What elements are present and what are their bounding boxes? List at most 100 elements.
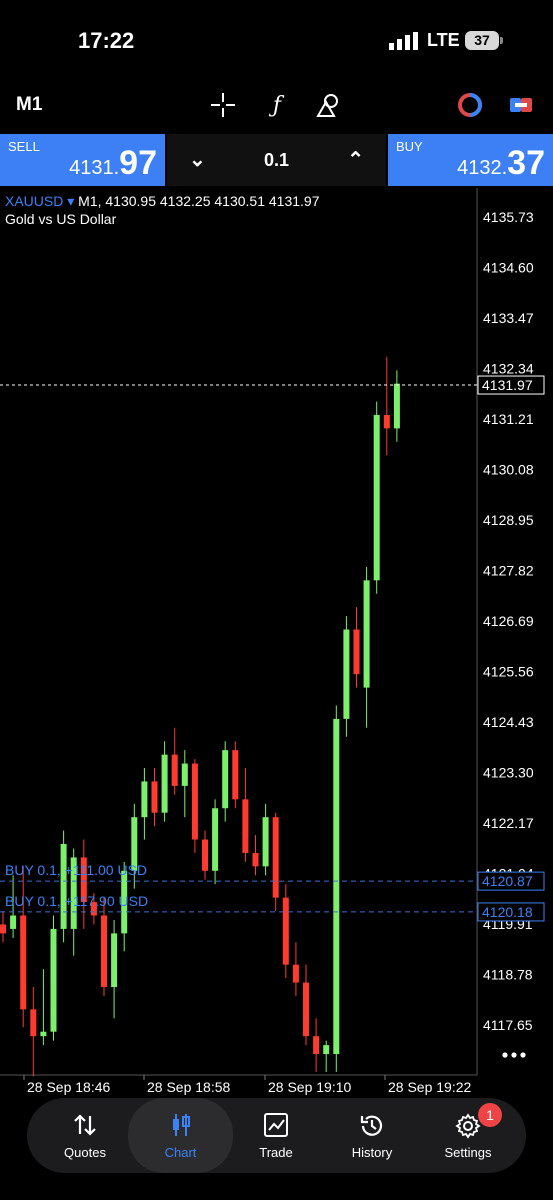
signal-icon: [389, 32, 418, 50]
symbol-description: Gold vs US Dollar: [5, 211, 117, 227]
candle-body: [333, 718, 340, 1055]
price-label: 4133.47: [483, 310, 534, 326]
position-label: BUY 0.1, +111.00 USD: [5, 862, 147, 878]
candle-body: [111, 933, 118, 988]
nav-quotes[interactable]: Quotes: [35, 1098, 135, 1173]
candle-body: [202, 839, 208, 871]
symbol-dropdown-icon[interactable]: ▾: [67, 193, 74, 209]
sell-label: SELL: [8, 139, 40, 154]
candle-body: [20, 915, 27, 1010]
trade-chart-icon: [226, 1112, 326, 1138]
current-price-label: 4131.97: [482, 377, 533, 393]
candle-body: [191, 763, 198, 840]
candle-body: [242, 799, 249, 853]
time-label: 28 Sep 18:46: [27, 1079, 111, 1095]
price-label: 4125.56: [483, 664, 534, 680]
candle-body: [272, 817, 279, 898]
time-label: 28 Sep 19:10: [268, 1079, 352, 1095]
buy-label: BUY: [396, 139, 423, 154]
gear-icon: [418, 1112, 518, 1139]
nav-trade-label: Trade: [259, 1145, 293, 1160]
price-label: 4131.21: [483, 411, 534, 427]
sell-price: 4131.97: [69, 144, 157, 182]
candle-body: [232, 750, 239, 800]
candle-body: [343, 629, 350, 719]
chevron-up-icon[interactable]: ⌃: [347, 147, 364, 172]
nav-settings-label: Settings: [444, 1145, 492, 1160]
candle-body: [30, 1009, 37, 1037]
battery-tip: [500, 37, 503, 44]
price-label: 4123.30: [483, 765, 534, 781]
price-label: 4127.82: [483, 563, 534, 579]
candle-body: [292, 964, 299, 983]
candle-body: [181, 763, 188, 786]
nav-history-label: History: [351, 1145, 393, 1160]
nav-quotes-label: Quotes: [64, 1145, 106, 1160]
position-price-label: 4120.18: [482, 904, 533, 920]
candle-body: [373, 414, 380, 581]
more-dots-icon: [520, 1052, 526, 1058]
bottom-nav: Quotes Chart Trade History Settings: [27, 1098, 526, 1173]
objects-icon[interactable]: [313, 90, 343, 120]
timeframe-button[interactable]: M1: [16, 94, 42, 116]
price-label: 4135.73: [483, 209, 534, 225]
price-label: 4130.08: [483, 462, 534, 478]
nav-settings[interactable]: Settings: [418, 1098, 518, 1173]
candle-body: [303, 982, 309, 1037]
position-price-label: 4120.87: [482, 873, 533, 889]
candle-body: [282, 897, 289, 965]
candle-body: [262, 817, 269, 867]
candle-body: [50, 928, 57, 1032]
trade-panel-icon[interactable]: [506, 90, 536, 120]
candle-body: [313, 1036, 320, 1055]
chart-toolbar: M1 ƒ: [0, 80, 553, 132]
candle-body: [252, 852, 259, 867]
ohlc-details: M1, 4130.95 4132.25 4130.51 4131.97: [78, 193, 320, 209]
battery-icon: 37: [465, 31, 499, 50]
clock: 17:22: [78, 28, 135, 53]
price-label: 4117.65: [483, 1017, 533, 1033]
price-chart[interactable]: 4135.73 4134.60 4133.47 4132.34 4131.21 4130.…: [0, 188, 553, 1100]
one-click-trading-icon[interactable]: [455, 90, 485, 120]
price-label: 4132.34: [483, 361, 534, 377]
candle-body: [10, 915, 17, 929]
candle-body: [353, 629, 360, 675]
symbol-name[interactable]: XAUUSD: [5, 193, 63, 209]
time-label: 28 Sep 18:58: [147, 1079, 231, 1095]
nav-chart-label: Chart: [164, 1145, 197, 1160]
candle-body: [383, 414, 390, 429]
more-dots-icon: [511, 1052, 517, 1058]
price-label: 4128.95: [483, 512, 534, 528]
position-label: BUY 0.1, +117.90 USD: [5, 893, 148, 909]
notification-badge: 1: [478, 1103, 502, 1127]
candle-body: [363, 580, 370, 688]
status-bar: 17:22 LTE 37: [0, 0, 553, 80]
nav-chart[interactable]: Chart: [128, 1098, 233, 1173]
candle-body: [323, 1045, 330, 1055]
candle-body: [393, 383, 400, 429]
quotes-icon: [35, 1112, 135, 1138]
candle-body: [60, 844, 67, 929]
price-label: 4134.60: [483, 260, 534, 276]
network-type: LTE: [427, 30, 460, 50]
buy-button[interactable]: BUY 4132.37: [388, 134, 553, 186]
more-dots-icon: [502, 1052, 508, 1058]
price-label: 4126.69: [483, 613, 534, 629]
indicators-icon[interactable]: ƒ: [262, 90, 292, 120]
volume-box: ⌄ 0.1 ⌃: [167, 134, 386, 186]
crosshair-icon[interactable]: [208, 90, 238, 120]
price-label: 4124.43: [483, 714, 534, 730]
candle-body: [212, 808, 219, 871]
trade-bar: SELL 4131.97 ⌄ 0.1 ⌃ BUY 4132.37: [0, 134, 553, 186]
nav-history[interactable]: History: [322, 1098, 422, 1173]
candle-body: [0, 924, 6, 934]
candle-body: [40, 1031, 47, 1037]
time-label: 28 Sep 19:22: [388, 1079, 472, 1095]
candle-body: [151, 781, 158, 813]
sell-button[interactable]: SELL 4131.97: [0, 134, 165, 186]
buy-price: 4132.37: [457, 144, 545, 182]
chart-info: XAUUSD ▾ M1, 4130.95 4132.25 4130.51 413…: [5, 192, 320, 228]
history-icon: [322, 1112, 422, 1138]
candle-body: [171, 754, 178, 786]
nav-trade[interactable]: Trade: [226, 1098, 326, 1173]
